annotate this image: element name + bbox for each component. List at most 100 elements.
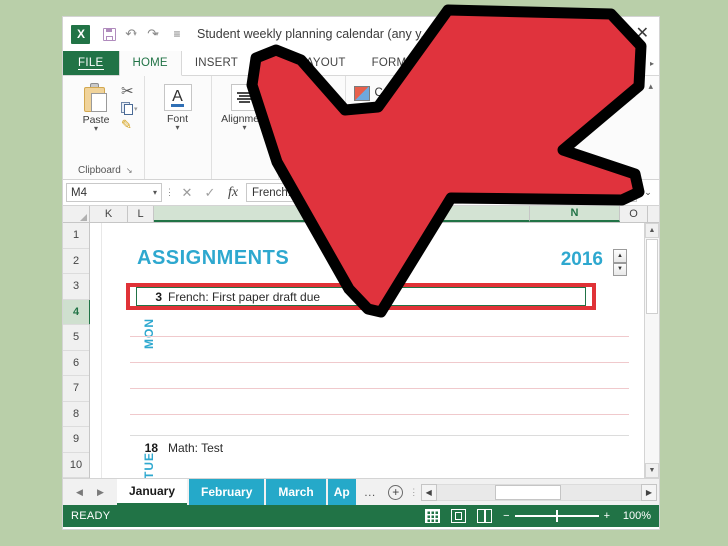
- zoom-slider[interactable]: − +: [503, 510, 610, 523]
- alignment-button[interactable]: Alignment ▾: [218, 80, 272, 132]
- row-header-column: 1 2 3 4 5 6 7 8 9 10: [63, 223, 91, 478]
- row-header-3[interactable]: 3: [63, 274, 89, 300]
- normal-view-icon[interactable]: [425, 509, 441, 523]
- undo-button[interactable]: ↶ ▾: [121, 24, 141, 44]
- redo-button[interactable]: ↷ ▾: [143, 24, 163, 44]
- conditional-formatting-icon: [353, 85, 370, 101]
- formula-input[interactable]: French: First paper draft due: [246, 183, 637, 202]
- column-header-O[interactable]: O: [620, 206, 648, 222]
- confirm-entry-button[interactable]: ✓: [200, 185, 220, 201]
- row-header-7[interactable]: 7: [63, 376, 89, 402]
- chevron-down-icon[interactable]: ▾: [310, 124, 314, 132]
- tab-home[interactable]: HOME: [118, 51, 182, 76]
- horizontal-scrollbar[interactable]: ◀ ▶: [418, 479, 659, 505]
- formula-bar: M4 ▾ ⋮ ✕ ✓ fx French: First paper draft …: [63, 180, 659, 206]
- row-header-4[interactable]: 4: [63, 299, 91, 325]
- chevron-down-icon[interactable]: ▾: [153, 188, 157, 197]
- chevron-down-icon[interactable]: ▾: [176, 124, 180, 132]
- tab-page-layout[interactable]: PAGE LAYOUT: [251, 51, 359, 75]
- zoom-track[interactable]: [514, 510, 599, 523]
- cut-button[interactable]: ✂: [121, 84, 138, 99]
- ribbon-group-font: A Font ▾: [145, 76, 212, 179]
- row-header-9[interactable]: 9: [63, 427, 89, 453]
- row-header-10[interactable]: 10: [63, 453, 89, 478]
- tab-formulas[interactable]: FORMULAS: [359, 51, 451, 75]
- entry-number-1: 3: [155, 290, 162, 304]
- tab-view[interactable]: VIEW: [578, 51, 634, 75]
- restore-window-button[interactable]: [610, 29, 622, 39]
- scroll-down-icon[interactable]: ▼: [645, 463, 659, 478]
- row-header-5[interactable]: 5: [63, 325, 89, 351]
- ribbon-group-number: % Number ▾: [279, 76, 346, 179]
- sheet-prev-icon[interactable]: ◀: [76, 487, 83, 498]
- year-spinner[interactable]: ▲ ▼: [613, 249, 627, 276]
- ribbon-group-styles: Conditional Form Format as Table Cell St…: [346, 76, 481, 179]
- customize-qat-icon: ≡: [173, 27, 181, 41]
- row-header-6[interactable]: 6: [63, 351, 89, 376]
- zoom-in-button[interactable]: +: [604, 510, 610, 522]
- scroll-up-icon[interactable]: ▲: [645, 223, 659, 238]
- clipboard-small-buttons: ✂ ▾ ✎: [119, 80, 138, 131]
- clipboard-dialog-launcher-icon[interactable]: ↘: [126, 166, 133, 175]
- row-header-2[interactable]: 2: [63, 249, 89, 274]
- close-button[interactable]: ✕: [636, 26, 649, 42]
- excel-logo-icon: X: [71, 24, 90, 44]
- chevron-down-icon[interactable]: ▾: [243, 124, 247, 132]
- save-button[interactable]: [99, 24, 119, 44]
- sheet-overflow-icon[interactable]: …: [358, 479, 383, 505]
- spinner-down-icon[interactable]: ▼: [613, 262, 627, 276]
- column-header-N[interactable]: N: [530, 206, 620, 222]
- tab-data[interactable]: DATA: [450, 51, 506, 75]
- format-as-table-button[interactable]: Format as Table: [353, 104, 474, 129]
- page-layout-view-icon[interactable]: [451, 509, 467, 523]
- zoom-level-label[interactable]: 100%: [621, 510, 651, 522]
- expand-formula-bar-icon[interactable]: ⌄: [640, 187, 656, 198]
- sheet-tab-january[interactable]: January: [117, 479, 188, 505]
- row-header-8[interactable]: 8: [63, 402, 89, 427]
- tab-file[interactable]: FILE: [63, 51, 119, 75]
- chevron-down-icon[interactable]: ▾: [134, 105, 138, 113]
- vertical-scrollbar[interactable]: ▲ ▼: [644, 223, 659, 478]
- column-header-L[interactable]: L: [128, 206, 154, 222]
- page-break-view-icon[interactable]: [477, 509, 493, 523]
- vertical-scroll-thumb[interactable]: [646, 239, 658, 314]
- help-button[interactable]: ?: [589, 26, 597, 42]
- spinner-up-icon[interactable]: ▲: [613, 249, 627, 263]
- ribbon-overflow-icon[interactable]: ▸: [644, 51, 659, 75]
- column-header-M[interactable]: M: [154, 206, 530, 222]
- hscroll-track[interactable]: [436, 483, 641, 501]
- customize-qat-button[interactable]: ≡: [165, 24, 185, 44]
- hscroll-left-icon[interactable]: ◀: [420, 483, 437, 501]
- font-button[interactable]: A Font ▾: [151, 80, 205, 132]
- cell-styles-button[interactable]: Cell Styles ▾: [353, 126, 474, 151]
- sheet-tab-april[interactable]: Ap: [327, 479, 356, 505]
- select-all-button[interactable]: [63, 206, 90, 222]
- sheet-tab-march[interactable]: March: [266, 479, 326, 505]
- sheet-next-icon[interactable]: ▶: [97, 487, 104, 498]
- chevron-down-icon[interactable]: ▾: [94, 125, 98, 133]
- zoom-out-button[interactable]: −: [503, 510, 509, 522]
- tab-review[interactable]: REVIEW: [506, 51, 579, 75]
- clipboard-group-label: Clipboard ↘: [73, 165, 138, 179]
- copy-button[interactable]: ▾: [121, 102, 138, 115]
- format-painter-button[interactable]: ✎: [121, 118, 138, 131]
- hscroll-right-icon[interactable]: ▶: [641, 483, 657, 501]
- column-header-K[interactable]: K: [90, 206, 128, 222]
- new-sheet-button[interactable]: +: [383, 479, 409, 505]
- window-controls: ? ✕: [589, 26, 653, 43]
- insert-function-button[interactable]: fx: [223, 185, 243, 201]
- cancel-entry-button[interactable]: ✕: [177, 185, 197, 201]
- sheet-content[interactable]: ASSIGNMENTS 2016 ▲ ▼ MON TUE 3 French: F…: [90, 223, 659, 478]
- collapse-ribbon-icon[interactable]: ▴: [648, 81, 653, 92]
- horizontal-scroll-thumb[interactable]: [494, 484, 561, 500]
- name-box[interactable]: M4 ▾: [66, 183, 162, 202]
- number-button[interactable]: % Number ▾: [285, 80, 339, 132]
- sheet-nav-arrows: ◀ ▶: [63, 479, 117, 505]
- paste-button[interactable]: Paste ▾: [73, 80, 119, 133]
- zoom-thumb[interactable]: [555, 510, 559, 523]
- cell-styles-icon: [353, 129, 373, 151]
- row-header-1[interactable]: 1: [63, 223, 89, 249]
- tab-insert[interactable]: INSERT: [182, 51, 251, 75]
- conditional-formatting-button[interactable]: Conditional Form: [353, 82, 474, 104]
- sheet-tab-february[interactable]: February: [189, 479, 265, 505]
